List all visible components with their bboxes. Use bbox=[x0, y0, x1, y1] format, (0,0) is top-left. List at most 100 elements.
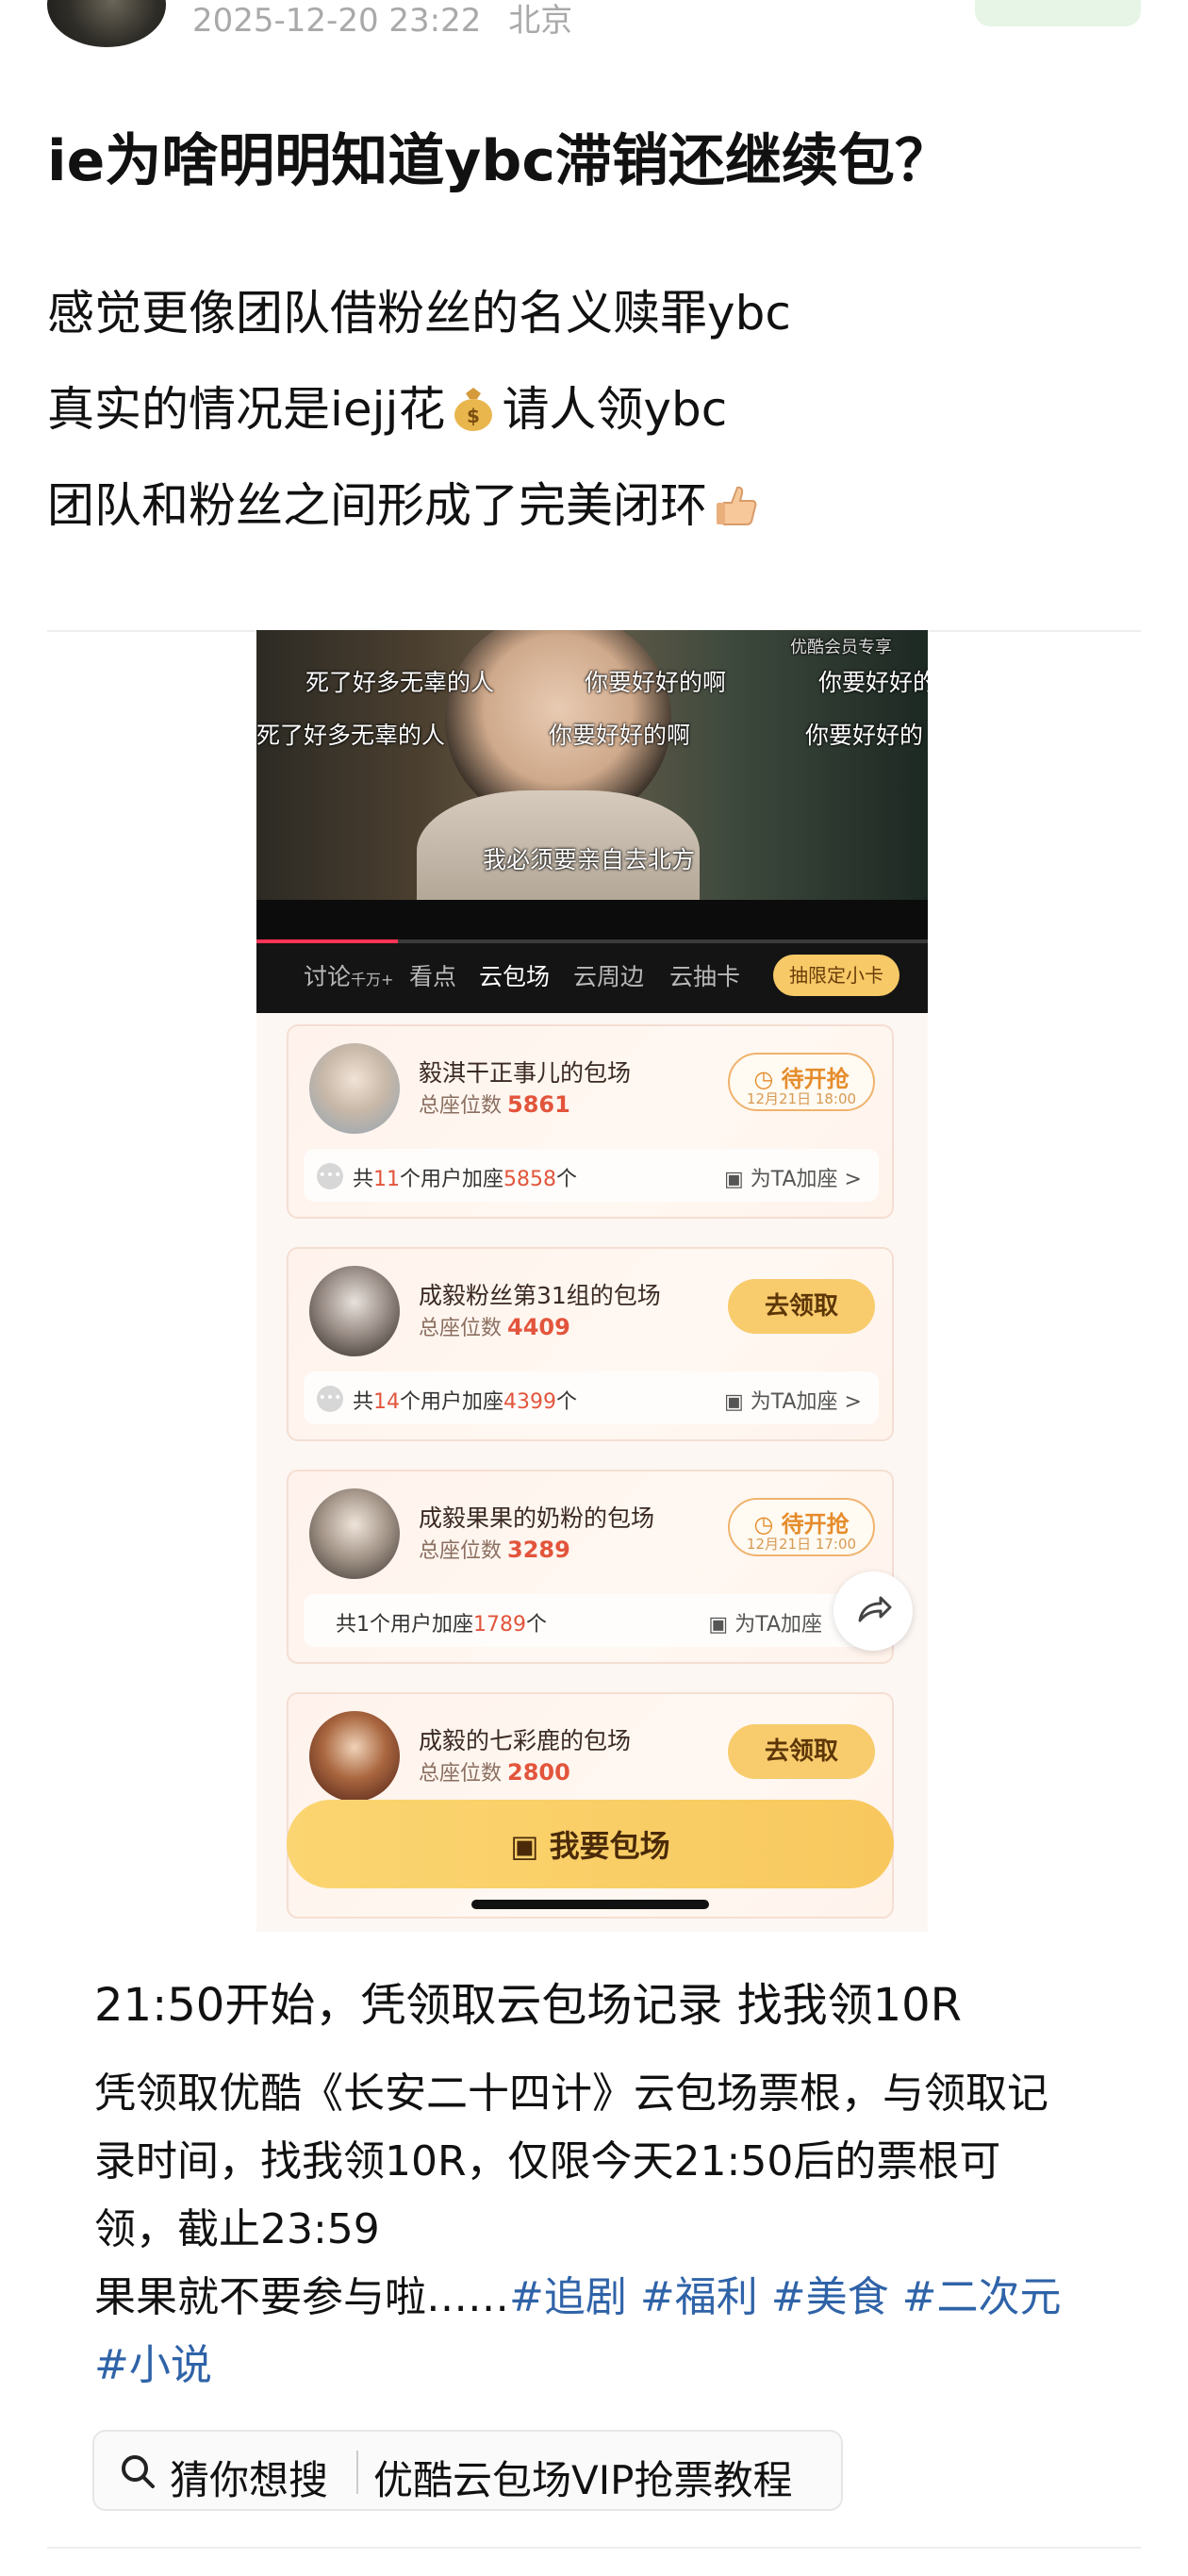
grab-time: 12月21日 18:00 bbox=[746, 1090, 857, 1107]
danmaku: 死了好多无辜的人 bbox=[305, 669, 495, 696]
search-term[interactable]: 优酷云包场VIP抢票教程 bbox=[373, 2449, 792, 2506]
sofa-icon: ▣ bbox=[708, 1613, 729, 1637]
seat-label: 总座位数 bbox=[419, 1317, 503, 1340]
users-mid: 个用户加座 bbox=[400, 1390, 504, 1414]
users-seats: 1789 bbox=[473, 1613, 527, 1637]
bottom-divider bbox=[47, 2547, 1141, 2549]
post-line-3-text: 团队和粉丝之间形成了完美闭环 bbox=[47, 478, 707, 533]
promo-body: 凭领取优酷《长安二十四计》云包场票根，与领取记录时间，找我领10R，仅限今天21… bbox=[94, 2060, 1075, 2400]
users-post: 个 bbox=[526, 1613, 548, 1637]
promo-headline: 21:50开始，凭领取云包场记录 找我领10R bbox=[94, 1979, 963, 2032]
video-subtitle: 我必须要亲自去北方 bbox=[483, 846, 696, 873]
seat-label: 总座位数 bbox=[419, 1094, 503, 1118]
await-grab-button[interactable]: ◷ 待开抢 12月21日 18:00 bbox=[728, 1053, 875, 1111]
add-seat-link[interactable]: ▣ 为TA加座 bbox=[708, 1607, 822, 1637]
seat-number: 5861 bbox=[507, 1091, 570, 1118]
post-meta: 2025-12-20 23:22 北京 bbox=[192, 0, 589, 41]
thumbs-up-icon bbox=[717, 486, 757, 525]
search-separator bbox=[356, 2451, 358, 2494]
danmaku: 死了好多无辜的人 bbox=[256, 722, 446, 749]
book-venue-button[interactable]: ▣ 我要包场 bbox=[287, 1800, 894, 1888]
venue-name: 成毅粉丝第31组的包场 bbox=[419, 1282, 661, 1309]
seat-count: 总座位数 5861 bbox=[419, 1089, 570, 1119]
search-suggestion[interactable]: 猜你想搜 优酷云包场VIP抢票教程 bbox=[92, 2430, 843, 2511]
book-venue-label: ▣ 我要包场 bbox=[287, 1822, 894, 1866]
hashtag-link[interactable]: #美食 bbox=[771, 2273, 889, 2321]
venue-name: 成毅果果的奶粉的包场 bbox=[419, 1504, 655, 1532]
more-icon: ••• bbox=[317, 1386, 343, 1412]
add-seat-link[interactable]: ▣ 为TA加座 > bbox=[724, 1385, 862, 1415]
tab-highlights[interactable]: 看点 bbox=[409, 958, 456, 992]
add-seat-label: 为TA加座 > bbox=[750, 1168, 862, 1191]
follow-button[interactable] bbox=[975, 0, 1141, 26]
sofa-icon: ▣ bbox=[510, 1828, 539, 1864]
post-location: 北京 bbox=[508, 2, 573, 40]
author-avatar[interactable] bbox=[47, 0, 166, 47]
seat-count: 总座位数 2800 bbox=[419, 1756, 570, 1787]
venue-card[interactable]: 成毅果果的奶粉的包场 总座位数 3289 ◷ 待开抢 12月21日 17:00 共… bbox=[287, 1470, 894, 1664]
embedded-screenshot: 死了好多无辜的人 你要好好的啊 你要好好的 死了好多无辜的人 你要好好的啊 你要… bbox=[256, 630, 928, 1932]
users-seats: 4399 bbox=[503, 1390, 557, 1414]
post-line-2-start: 真实的情况是iejj花 bbox=[47, 382, 446, 437]
venue-card[interactable]: 成毅粉丝第31组的包场 总座位数 4409 去领取 ••• 共14个用户加座439… bbox=[287, 1247, 894, 1441]
limited-card-button[interactable]: 抽限定小卡 bbox=[773, 955, 899, 996]
users-pre: 共 bbox=[353, 1168, 374, 1191]
search-icon bbox=[122, 2455, 155, 2488]
avatar bbox=[309, 1266, 400, 1356]
card-footer: ••• 共11个用户加座5858个 ▣ 为TA加座 > bbox=[304, 1149, 879, 1202]
post-line-2-end: 请人领ybc bbox=[502, 382, 728, 437]
hashtag-link[interactable]: #福利 bbox=[640, 2273, 758, 2321]
post-line-1: 感觉更像团队借粉丝的名义赎罪ybc bbox=[47, 286, 791, 341]
await-grab-button[interactable]: ◷ 待开抢 12月21日 17:00 bbox=[728, 1498, 875, 1556]
seat-number: 4409 bbox=[507, 1314, 570, 1340]
hashtag-link[interactable]: #二次元 bbox=[902, 2273, 1062, 2321]
hashtag-link[interactable]: #小说 bbox=[94, 2341, 212, 2389]
seat-label: 总座位数 bbox=[419, 1762, 503, 1786]
video-watermark: 优酷会员专享 bbox=[790, 638, 892, 657]
danmaku: 你要好好的 bbox=[805, 722, 924, 749]
card-footer: ••• 共14个用户加座4399个 ▣ 为TA加座 > bbox=[304, 1371, 879, 1424]
venue-name: 毅淇干正事儿的包场 bbox=[419, 1059, 632, 1087]
card-footer: 共1个用户加座1789个 ▣ 为TA加座 bbox=[304, 1594, 879, 1647]
search-prompt: 猜你想搜 bbox=[170, 2457, 329, 2503]
video-tabs: 讨论千万+ 看点 云包场 云周边 云抽卡 抽限定小卡 bbox=[256, 943, 928, 1013]
avatar bbox=[309, 1711, 400, 1802]
users-mid: 个用户加座 bbox=[400, 1168, 504, 1191]
hashtag-link[interactable]: #追剧 bbox=[509, 2273, 627, 2321]
book-venue-text: 我要包场 bbox=[549, 1828, 670, 1864]
svg-text:$: $ bbox=[467, 405, 480, 427]
users-mid: 个用户加座 bbox=[370, 1613, 474, 1637]
seat-number: 3289 bbox=[507, 1537, 570, 1563]
promo-paragraph: 果果就不要参与啦…… bbox=[94, 2273, 509, 2321]
post-line-2: 真实的情况是iejj花 $ 请人领ybc bbox=[47, 372, 727, 440]
tab-discuss-count: 千万+ bbox=[351, 971, 394, 989]
users-n: 11 bbox=[373, 1168, 401, 1191]
danmaku: 你要好好的啊 bbox=[585, 669, 727, 696]
share-button[interactable] bbox=[833, 1571, 913, 1651]
more-icon: ••• bbox=[317, 1163, 343, 1189]
seat-count: 总座位数 3289 bbox=[419, 1534, 570, 1564]
users-n: 1 bbox=[356, 1613, 371, 1637]
avatar bbox=[309, 1043, 400, 1134]
claim-button[interactable]: 去领取 bbox=[728, 1279, 875, 1334]
sofa-icon: ▣ bbox=[723, 1390, 744, 1414]
tab-cloud-merch[interactable]: 云周边 bbox=[573, 958, 644, 992]
claim-button[interactable]: 去领取 bbox=[728, 1724, 875, 1779]
post-line-3: 团队和粉丝之间形成了完美闭环 bbox=[47, 468, 764, 536]
tab-discuss[interactable]: 讨论千万+ bbox=[304, 958, 393, 992]
add-seat-label: 为TA加座 bbox=[734, 1613, 822, 1637]
danmaku: 你要好好的啊 bbox=[549, 722, 691, 749]
home-indicator bbox=[471, 1900, 709, 1909]
tab-cloud-cards[interactable]: 云抽卡 bbox=[669, 958, 740, 992]
venue-card[interactable]: 毅淇干正事儿的包场 总座位数 5861 ◷ 待开抢 12月21日 18:00 ••… bbox=[287, 1024, 894, 1219]
sofa-icon: ▣ bbox=[723, 1168, 744, 1191]
video-player[interactable]: 死了好多无辜的人 你要好好的啊 你要好好的 死了好多无辜的人 你要好好的啊 你要… bbox=[256, 630, 928, 900]
add-seat-link[interactable]: ▣ 为TA加座 > bbox=[724, 1162, 862, 1192]
grab-time: 12月21日 17:00 bbox=[746, 1536, 857, 1553]
user-count: 共1个用户加座1789个 bbox=[336, 1607, 547, 1637]
seat-label: 总座位数 bbox=[419, 1539, 503, 1563]
users-n: 14 bbox=[373, 1390, 401, 1414]
post-timestamp: 2025-12-20 23:22 bbox=[192, 2, 482, 40]
tab-cloud-venue[interactable]: 云包场 bbox=[479, 958, 550, 992]
user-count: 共14个用户加座4399个 bbox=[353, 1385, 577, 1415]
